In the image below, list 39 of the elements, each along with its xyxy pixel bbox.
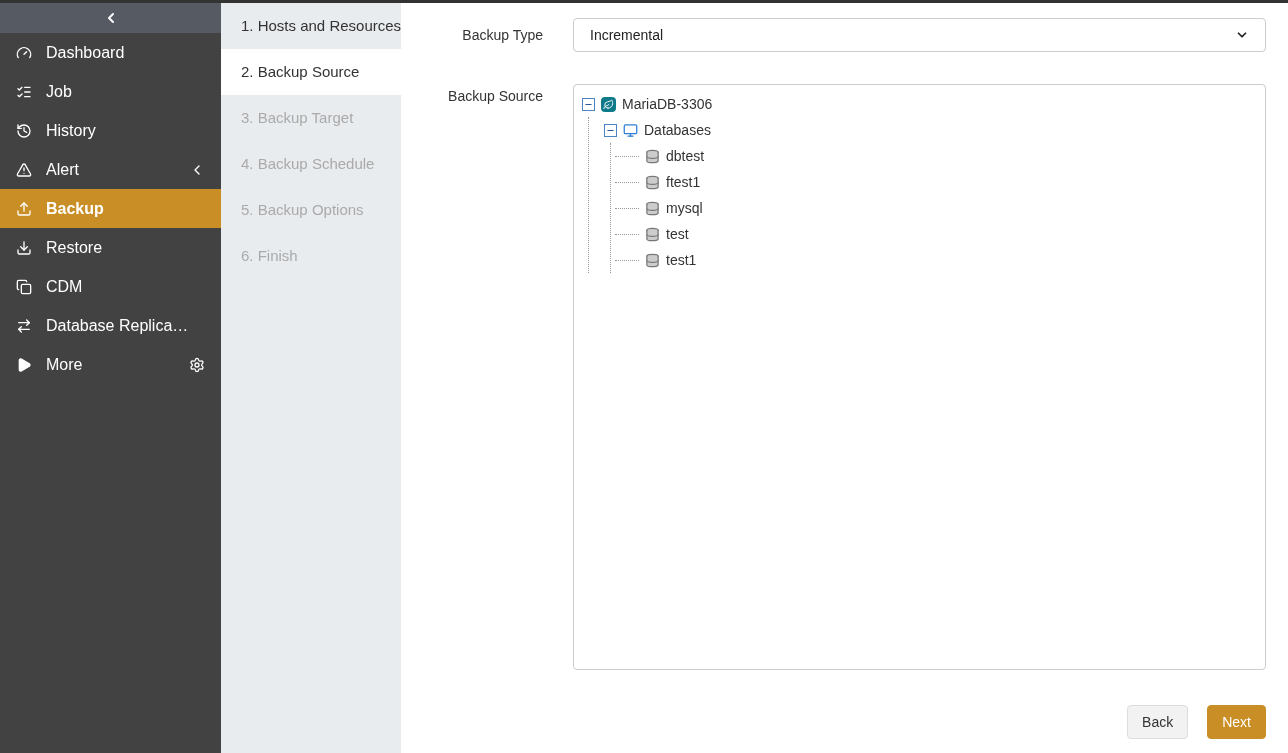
database-icon bbox=[645, 252, 660, 268]
download-icon bbox=[16, 239, 32, 256]
warning-icon bbox=[16, 161, 32, 178]
leaf-logo-icon bbox=[601, 96, 616, 112]
sidebar-item[interactable]: History bbox=[0, 111, 221, 150]
sidebar-item[interactable]: Alert bbox=[0, 150, 221, 189]
sidebar-item[interactable]: Database Replica… bbox=[0, 306, 221, 345]
tree-node-label[interactable]: MariaDB-3306 bbox=[622, 93, 713, 115]
sidebar-item[interactable]: Job bbox=[0, 72, 221, 111]
wizard-step[interactable]: 1. Hosts and Resources bbox=[221, 3, 401, 49]
database-icon bbox=[645, 226, 660, 242]
sidebar-item[interactable]: Dashboard bbox=[0, 33, 221, 72]
database-icon bbox=[645, 174, 660, 190]
upload-icon bbox=[16, 200, 32, 217]
caret-right-icon bbox=[16, 356, 32, 373]
database-icon bbox=[645, 200, 660, 216]
back-button[interactable]: Back bbox=[1127, 705, 1189, 739]
swap-arrows-icon bbox=[16, 317, 32, 334]
history-icon bbox=[16, 122, 32, 139]
sidebar-item[interactable]: Restore bbox=[0, 228, 221, 267]
gauge-icon bbox=[16, 44, 32, 61]
database-icon bbox=[645, 148, 660, 164]
sidebar-item[interactable]: More bbox=[0, 345, 221, 384]
sidebar-item[interactable]: CDM bbox=[0, 267, 221, 306]
monitor-icon bbox=[623, 122, 638, 138]
tree-node-label[interactable]: dbtest bbox=[666, 145, 705, 167]
tree-toggle[interactable] bbox=[582, 97, 595, 111]
tree-toggle[interactable] bbox=[604, 123, 617, 137]
wizard-step[interactable]: 2. Backup Source bbox=[221, 49, 401, 95]
tree-node-label[interactable]: Databases bbox=[644, 119, 711, 141]
settings-icon[interactable] bbox=[189, 356, 205, 373]
field-label: Backup Type bbox=[461, 25, 543, 45]
tree-node-label[interactable]: mysql bbox=[666, 197, 703, 219]
backup-type-select[interactable]: Incremental bbox=[573, 18, 1266, 52]
tree-node-label[interactable]: test bbox=[666, 223, 689, 245]
copy-icon bbox=[16, 278, 32, 295]
tree-node-label[interactable]: test1 bbox=[666, 249, 697, 271]
field-label: Backup Source bbox=[447, 87, 543, 106]
tree-node-label[interactable]: ftest1 bbox=[666, 171, 701, 193]
